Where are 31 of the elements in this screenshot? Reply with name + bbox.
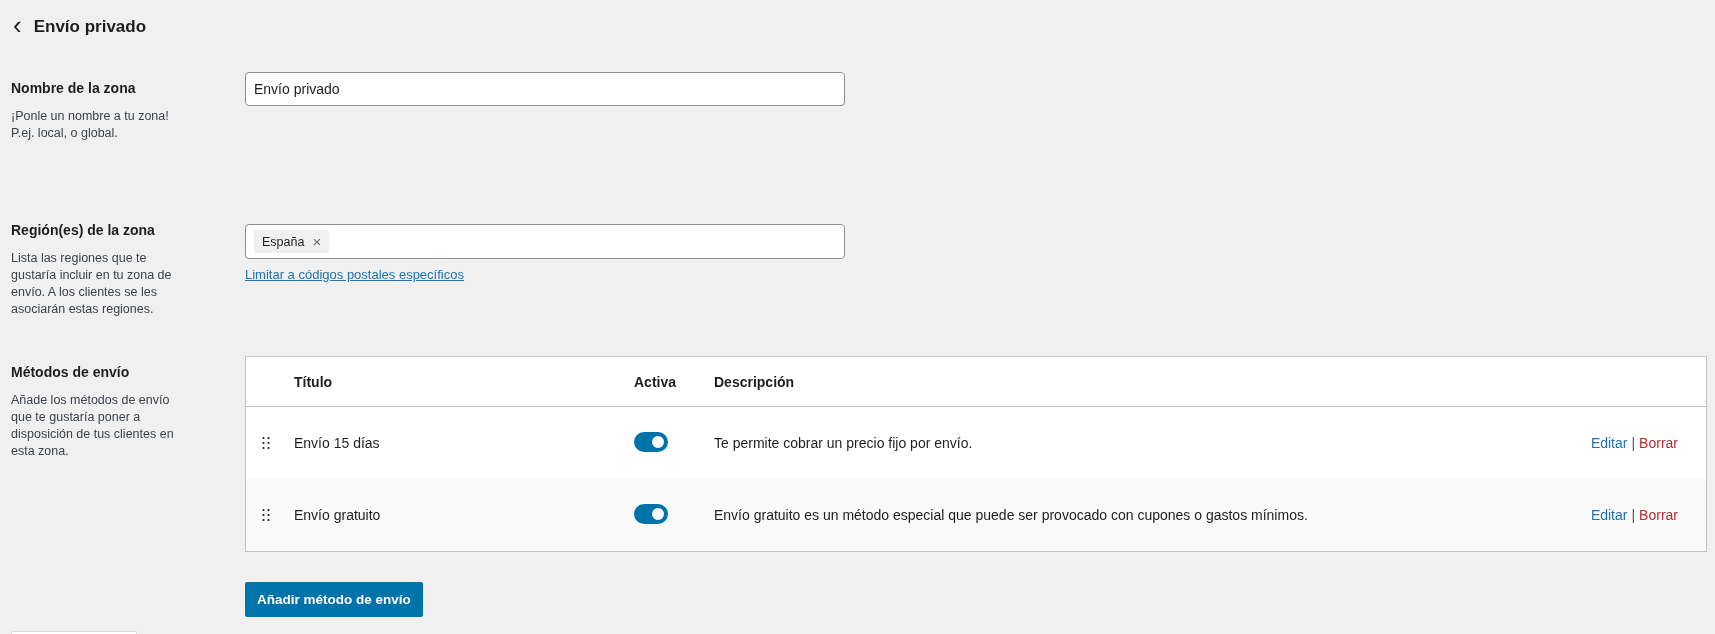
zone-name-field[interactable]: Envío privado	[245, 72, 845, 106]
tag-label: España	[262, 234, 305, 249]
method-description: Envío gratuito es un método especial que puede ser provocado con cupones o gastos mínimos.	[714, 507, 1309, 523]
field-label: Métodos de envío	[11, 364, 131, 380]
drag-handle-icon[interactable]	[262, 508, 270, 522]
help-text: Añade los métodos de envío que te gustaría poner a disposición de tus clientes en esta zona.	[11, 392, 175, 460]
drag-handle-icon[interactable]	[262, 436, 270, 450]
remove-button[interactable]: ×	[312, 234, 322, 249]
help-text: ¡Ponle un nombre a tu zona! P.ej. local, o global.	[11, 108, 170, 142]
field-label: Región(es) de la zona	[11, 222, 156, 238]
toggle-switch[interactable]	[634, 504, 668, 524]
add-method-button[interactable]: Añadir método de envío	[245, 582, 423, 617]
method-title: Envío 15 días	[294, 435, 381, 451]
edit-link[interactable]: Editar	[1590, 507, 1628, 523]
regions-field[interactable]: España ×	[245, 224, 845, 259]
edit-link[interactable]: Editar	[1590, 435, 1628, 451]
method-description: Te permite cobrar un precio fijo por envío.	[714, 435, 974, 451]
column-header: Activa	[634, 373, 678, 390]
column-header: Descripción	[714, 373, 796, 390]
field-label: Nombre de la zona	[11, 80, 137, 96]
page-title: Envío privado	[33, 17, 147, 37]
separator: |	[1631, 507, 1636, 523]
back-button[interactable]: ‹	[11, 12, 24, 42]
delete-link[interactable]: Borrar	[1639, 507, 1678, 523]
method-title: Envío gratuito	[294, 507, 382, 523]
column-header: Título	[294, 373, 334, 390]
toggle-switch[interactable]	[634, 432, 668, 452]
postcode-link[interactable]: Limitar a códigos postales específicos	[245, 267, 464, 282]
delete-link[interactable]: Borrar	[1639, 435, 1678, 451]
separator: |	[1631, 435, 1636, 451]
help-text: Lista las regiones que te gustaría incluir en tu zona de envío. A los clientes se les asociarán estas regiones.	[11, 250, 173, 318]
